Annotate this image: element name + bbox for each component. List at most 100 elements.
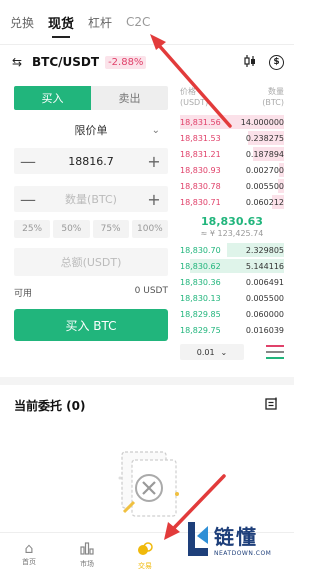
- pair-change-badge: -2.88%: [105, 55, 147, 69]
- section-divider: [0, 377, 294, 385]
- candlestick-icon[interactable]: [243, 54, 257, 71]
- top-divider: [0, 44, 294, 45]
- bid-amount: 5.144116: [245, 261, 284, 271]
- total-input[interactable]: 总额(USDT): [14, 248, 168, 276]
- percent-50-button[interactable]: 50%: [53, 220, 90, 238]
- ask-price: 18,830.71: [180, 197, 221, 207]
- bid-amount: 2.329805: [245, 245, 284, 255]
- current-orders-title: 当前委托 (0): [14, 399, 86, 413]
- precision-value: 0.01: [196, 347, 215, 357]
- book-layout-icon[interactable]: [266, 345, 284, 359]
- top-tabs: 兑换 现货 杠杆 C2C: [0, 0, 294, 44]
- market-icon: [80, 541, 94, 559]
- buy-sell-toggle: 买入 卖出: [14, 86, 168, 110]
- buy-tab[interactable]: 买入: [14, 86, 91, 110]
- bid-price: 18,830.70: [180, 245, 221, 255]
- price-input[interactable]: 18816.7: [42, 155, 140, 168]
- amount-increase-button[interactable]: +: [140, 190, 168, 209]
- pair-header: ⇆ BTC/USDT -2.88% $: [12, 52, 284, 72]
- ask-price: 18,831.21: [180, 149, 221, 159]
- price-increase-button[interactable]: +: [140, 152, 168, 171]
- bid-amount: 0.005500: [245, 293, 284, 303]
- ask-row[interactable]: 18,831.56 14.000000: [180, 114, 284, 130]
- nav-home-label: 首页: [22, 558, 36, 566]
- mid-price[interactable]: 18,830.63: [180, 215, 284, 228]
- available-label: 可用: [14, 289, 33, 299]
- order-book: 价格 (USDT) 数量 (BTC) 18,831.56 14.000000 18,…: [180, 86, 284, 360]
- price-column-header: 价格 (USDT): [180, 87, 209, 107]
- percent-25-button[interactable]: 25%: [14, 220, 51, 238]
- ask-row[interactable]: 18,830.78 0.005500: [180, 178, 284, 194]
- order-type-select[interactable]: 限价单 ⌄: [14, 120, 168, 140]
- pair-name[interactable]: BTC/USDT: [32, 55, 99, 69]
- mid-price-cny: ≈ ¥ 123,425.74: [200, 229, 264, 238]
- amount-decrease-button[interactable]: —: [14, 190, 42, 209]
- bid-price: 18,829.75: [180, 325, 221, 335]
- ask-list: 18,831.56 14.000000 18,831.53 0.238275 18,83…: [180, 114, 284, 210]
- watermark-logo-icon: [186, 522, 208, 556]
- bid-row[interactable]: 18,830.13 0.005500: [180, 290, 284, 306]
- watermark-en: NEATDOWN.COM: [214, 550, 272, 557]
- ask-row[interactable]: 18,830.93 0.002700: [180, 162, 284, 178]
- order-book-header: 价格 (USDT) 数量 (BTC): [180, 86, 284, 108]
- percent-buttons: 25% 50% 75% 100%: [14, 220, 168, 238]
- tab-c2c[interactable]: C2C: [126, 15, 150, 29]
- tab-margin[interactable]: 杠杆: [88, 14, 112, 31]
- amount-column-header: 数量 (BTC): [262, 87, 284, 107]
- ask-row[interactable]: 18,830.71 0.060212: [180, 194, 284, 210]
- mid-price-block: 18,830.63 ≈ ¥ 123,425.74: [180, 210, 284, 242]
- buy-btc-button[interactable]: 买入 BTC: [14, 309, 168, 341]
- watermark-cn: 链懂: [214, 525, 258, 549]
- ask-price: 18,831.53: [180, 133, 221, 143]
- trade-icon: [137, 541, 153, 561]
- bid-row[interactable]: 18,830.62 5.144116: [180, 258, 284, 274]
- amount-input[interactable]: 数量(BTC): [42, 191, 140, 207]
- home-icon: ⌂: [24, 541, 34, 557]
- dollar-icon[interactable]: $: [269, 54, 284, 70]
- ask-row[interactable]: 18,831.21 0.187894: [180, 146, 284, 162]
- ask-amount: 0.005500: [245, 181, 284, 191]
- bid-list: 18,830.70 2.329805 18,830.62 5.144116 18,830…: [180, 242, 284, 338]
- nav-home[interactable]: ⌂ 首页: [0, 533, 58, 576]
- precision-select[interactable]: 0.01 ⌄: [180, 344, 244, 360]
- ask-price: 18,831.56: [180, 117, 221, 127]
- bid-row[interactable]: 18,829.75 0.016039: [180, 322, 284, 338]
- chevron-down-icon: ⌄: [151, 124, 160, 136]
- tab-exchange[interactable]: 兑换: [10, 14, 34, 31]
- bid-amount: 0.060000: [245, 309, 284, 319]
- order-history-icon[interactable]: [265, 397, 278, 413]
- ask-price: 18,830.78: [180, 181, 221, 191]
- tab-spot[interactable]: 现货: [48, 13, 74, 38]
- bid-amount: 0.006491: [245, 277, 284, 287]
- bid-row[interactable]: 18,830.36 0.006491: [180, 274, 284, 290]
- bid-row[interactable]: 18,829.85 0.060000: [180, 306, 284, 322]
- percent-100-button[interactable]: 100%: [131, 220, 168, 238]
- sell-tab[interactable]: 卖出: [91, 86, 168, 110]
- nav-trade[interactable]: 交易: [116, 533, 174, 576]
- swap-icon[interactable]: ⇆: [12, 55, 28, 69]
- bid-price: 18,830.62: [180, 261, 221, 271]
- ask-price: 18,830.93: [180, 165, 221, 175]
- available-row: 可用 0 USDT: [14, 286, 168, 299]
- ask-row[interactable]: 18,831.53 0.238275: [180, 130, 284, 146]
- available-value: 0 USDT: [134, 286, 168, 296]
- bid-price: 18,829.85: [180, 309, 221, 319]
- bid-price: 18,830.13: [180, 293, 221, 303]
- nav-market-label: 市场: [80, 560, 94, 568]
- watermark-text: 链懂 NEATDOWN.COM: [214, 521, 271, 557]
- nav-market[interactable]: 市场: [58, 533, 116, 576]
- percent-75-button[interactable]: 75%: [92, 220, 129, 238]
- trade-panel: 买入 卖出 限价单 ⌄ — 18816.7 + — 数量(BTC) + 25% …: [14, 86, 168, 341]
- ask-amount: 0.238275: [245, 133, 284, 143]
- watermark: 链懂 NEATDOWN.COM: [186, 518, 294, 560]
- pair-actions: $: [243, 54, 284, 71]
- chevron-down-icon: ⌄: [220, 347, 228, 357]
- order-type-label: 限价单: [74, 124, 108, 137]
- bid-price: 18,830.36: [180, 277, 221, 287]
- price-decrease-button[interactable]: —: [14, 152, 42, 171]
- price-stepper: — 18816.7 +: [14, 148, 168, 174]
- order-book-footer: 0.01 ⌄: [180, 344, 284, 360]
- ask-amount: 0.187894: [245, 149, 284, 159]
- bid-amount: 0.016039: [245, 325, 284, 335]
- bid-row[interactable]: 18,830.70 2.329805: [180, 242, 284, 258]
